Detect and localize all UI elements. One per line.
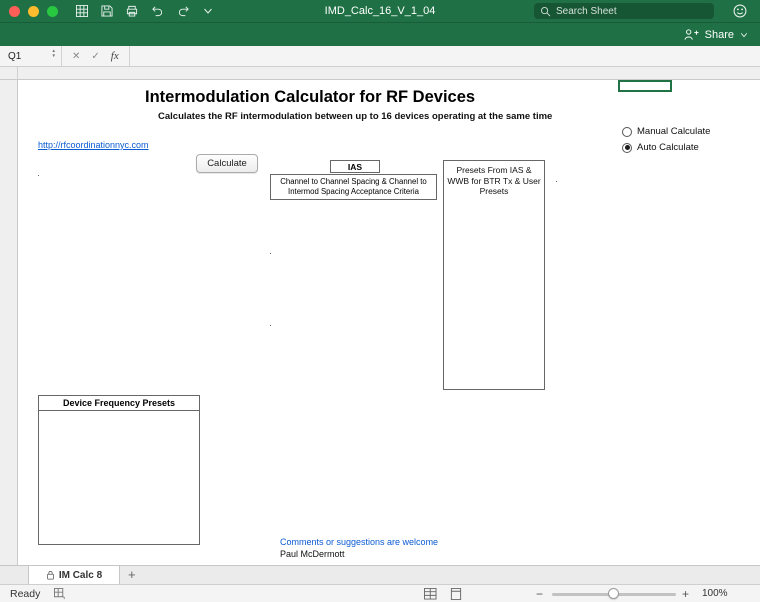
share-button[interactable]: Share <box>684 28 748 41</box>
redo-icon[interactable] <box>177 5 190 17</box>
window-title: IMD_Calc_16_V_1_04 <box>325 5 436 17</box>
presets-caption: Presets From IAS & WWB for BTR Tx & User… <box>444 161 544 197</box>
device-frequency-presets-panel: Device Frequency Presets <box>38 395 200 545</box>
sheet-tab-label: IM Calc 8 <box>59 570 102 581</box>
select-all-corner[interactable] <box>0 67 18 79</box>
lock-icon <box>46 570 55 580</box>
add-sheet-button[interactable]: + <box>128 567 136 582</box>
auto-calculate-radio[interactable]: Auto Calculate <box>622 142 699 153</box>
close-button[interactable] <box>9 6 20 17</box>
column-header-row <box>0 67 760 80</box>
ias-header-cell: IAS <box>330 160 380 173</box>
cancel-icon[interactable]: ✕ <box>72 51 80 62</box>
traffic-lights <box>0 6 58 17</box>
min-spacing-table <box>270 325 271 326</box>
title-bar: IMD_Calc_16_V_1_04 Search Sheet <box>0 0 760 22</box>
user-spacing-table <box>270 253 271 254</box>
print-icon[interactable] <box>126 5 138 17</box>
fullscreen-button[interactable] <box>47 6 58 17</box>
insert-function-icon[interactable]: fx <box>111 50 119 62</box>
auto-calculate-label: Auto Calculate <box>637 142 699 153</box>
manual-calculate-label: Manual Calculate <box>637 126 710 137</box>
status-grid-icon <box>54 588 66 600</box>
device-frequency-presets-title: Device Frequency Presets <box>39 396 199 411</box>
toolbar-options-chevron-icon[interactable] <box>203 6 213 16</box>
status-ready-label: Ready <box>10 588 40 600</box>
ias-criteria-caption: Channel to Channel Spacing & Channel to … <box>270 174 437 200</box>
worksheet[interactable]: Intermodulation Calculator for RF Device… <box>0 80 760 565</box>
manual-calculate-radio[interactable]: Manual Calculate <box>622 126 710 137</box>
ias-criteria-table <box>270 199 271 200</box>
status-bar: Ready − + 100% <box>0 584 760 602</box>
search-input[interactable]: Search Sheet <box>534 3 714 19</box>
zoom-level-label: 100% <box>702 588 728 599</box>
page-layout-view-icon[interactable] <box>450 588 462 600</box>
enter-check-icon[interactable]: ✓ <box>91 51 99 62</box>
page-title: Intermodulation Calculator for RF Device… <box>145 88 475 107</box>
calculate-button[interactable]: Calculate <box>196 154 258 173</box>
share-chevron-down-icon <box>740 31 748 39</box>
share-person-icon <box>684 28 699 41</box>
sheet-tab-bar: IM Calc 8 + <box>0 565 760 584</box>
normal-view-icon[interactable] <box>424 588 437 600</box>
undo-icon[interactable] <box>151 5 164 17</box>
sheet-tab-im-calc-8[interactable]: IM Calc 8 <box>28 566 120 584</box>
share-label: Share <box>705 29 734 41</box>
device-frequencies-table <box>38 175 39 176</box>
search-placeholder: Search Sheet <box>556 6 617 17</box>
radio-on-icon <box>622 143 632 153</box>
excel-grid-icon[interactable] <box>76 5 88 17</box>
zoom-in-icon[interactable]: + <box>682 587 689 601</box>
page-subtitle: Calculates the RF intermodulation betwee… <box>158 111 552 122</box>
save-icon[interactable] <box>101 5 113 17</box>
comments-link[interactable]: Comments or suggestions are welcome <box>280 537 438 547</box>
intermods-table <box>556 181 557 182</box>
minimize-button[interactable] <box>28 6 39 17</box>
zoom-slider-thumb[interactable] <box>608 588 619 599</box>
name-box[interactable]: Q1 ▲▼ <box>0 46 62 66</box>
zoom-out-icon[interactable]: − <box>536 587 543 601</box>
ribbon-tab-bar: Share <box>0 22 760 46</box>
row-header-column <box>0 80 18 565</box>
website-link[interactable]: http://rfcoordinationnyc.com <box>38 140 149 150</box>
radio-off-icon <box>622 127 632 137</box>
name-box-value: Q1 <box>8 51 21 62</box>
feedback-smiley-icon[interactable] <box>733 4 747 18</box>
name-box-stepper[interactable]: ▲▼ <box>52 49 56 58</box>
search-icon <box>540 6 551 17</box>
spacing-presets-panel: Presets From IAS & WWB for BTR Tx & User… <box>443 160 545 390</box>
formula-bar: Q1 ▲▼ ✕ ✓ fx <box>0 46 760 67</box>
author-name: Paul McDermott <box>280 549 345 559</box>
formula-input[interactable] <box>130 46 760 66</box>
